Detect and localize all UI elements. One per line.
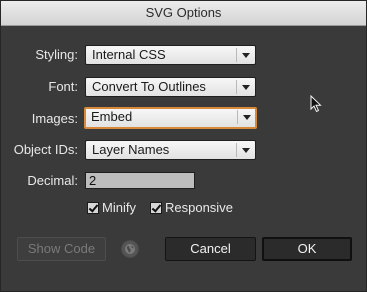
images-label: Images: bbox=[31, 111, 78, 126]
font-select-value: Convert To Outlines bbox=[92, 79, 206, 94]
object-ids-select-value: Layer Names bbox=[92, 142, 170, 157]
cancel-button[interactable]: Cancel bbox=[165, 237, 256, 261]
chevron-down-icon bbox=[242, 148, 250, 153]
ok-button[interactable]: OK bbox=[262, 237, 352, 261]
styling-select[interactable]: Internal CSS bbox=[85, 45, 256, 65]
svg-options-dialog: SVG Options Styling: Internal CSS Font: … bbox=[0, 0, 367, 292]
show-code-button[interactable]: Show Code bbox=[17, 237, 106, 261]
minify-label: Minify bbox=[102, 200, 136, 215]
select-divider bbox=[236, 80, 237, 94]
font-select[interactable]: Convert To Outlines bbox=[85, 77, 256, 97]
chevron-down-icon bbox=[243, 115, 251, 120]
mouse-pointer-icon bbox=[310, 94, 322, 118]
styling-select-value: Internal CSS bbox=[92, 47, 166, 62]
checkmark-icon[interactable] bbox=[87, 202, 99, 214]
object-ids-label: Object IDs: bbox=[13, 142, 78, 157]
select-divider bbox=[236, 143, 237, 157]
select-divider bbox=[237, 110, 238, 124]
decimal-input[interactable]: 2 bbox=[85, 172, 195, 189]
font-label: Font: bbox=[48, 79, 78, 94]
images-select[interactable]: Embed bbox=[84, 107, 257, 129]
globe-icon[interactable] bbox=[121, 240, 139, 258]
select-divider bbox=[236, 48, 237, 62]
checkmark-icon[interactable] bbox=[150, 202, 162, 214]
responsive-label: Responsive bbox=[165, 200, 233, 215]
styling-label: Styling: bbox=[35, 47, 78, 62]
images-select-value: Embed bbox=[91, 109, 133, 124]
responsive-checkbox[interactable]: Responsive bbox=[150, 200, 233, 216]
dialog-title: SVG Options bbox=[1, 1, 366, 26]
chevron-down-icon bbox=[242, 85, 250, 90]
decimal-label: Decimal: bbox=[27, 173, 78, 188]
minify-checkbox[interactable]: Minify bbox=[87, 200, 136, 216]
object-ids-select[interactable]: Layer Names bbox=[85, 140, 256, 160]
chevron-down-icon bbox=[242, 53, 250, 58]
